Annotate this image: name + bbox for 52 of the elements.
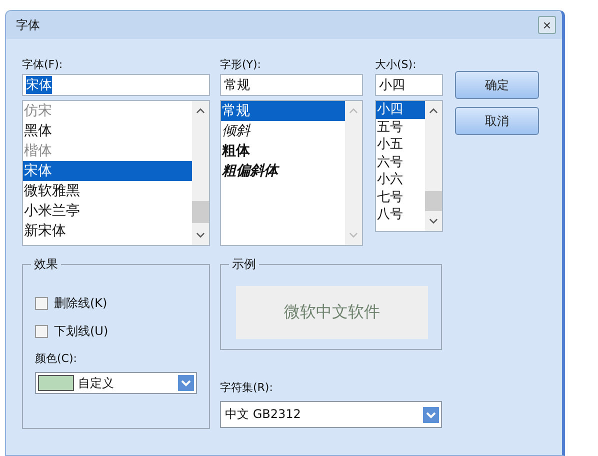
field-label: 颜色(C): — [35, 351, 78, 366]
checkbox[interactable] — [35, 324, 48, 338]
scroll-thumb[interactable] — [192, 201, 209, 223]
font-size-field[interactable]: 小四 — [375, 74, 443, 96]
charset-dropdown[interactable]: 中文 GB2312 — [220, 401, 442, 428]
scroll-thumb[interactable] — [425, 191, 442, 211]
scroll-down-icon[interactable] — [196, 232, 205, 238]
dropdown-icon[interactable] — [178, 375, 194, 391]
font-size-item[interactable]: 小六 — [376, 171, 425, 188]
font-list-item[interactable]: 黑体 — [23, 121, 192, 141]
font-style-item[interactable]: 粗偏斜体 — [221, 161, 345, 181]
font-style-item[interactable]: 粗体 — [221, 141, 345, 161]
font-list-item[interactable]: 新宋体 — [23, 221, 192, 241]
font-list-item[interactable]: 微软雅黑 — [23, 181, 192, 201]
group-title: 效果 — [31, 256, 61, 273]
field-value: 小四 — [379, 77, 405, 94]
checkbox-label: 下划线(U) — [54, 322, 108, 340]
font-list-item[interactable]: 楷体 — [23, 141, 192, 161]
dropdown-icon[interactable] — [423, 406, 439, 422]
font-list-item[interactable]: 仿宋 — [23, 101, 192, 121]
close-button[interactable]: × — [538, 16, 556, 34]
font-list-item[interactable]: 宋体 — [23, 161, 192, 181]
font-size-item[interactable]: 小五 — [376, 136, 425, 154]
cancel-button[interactable]: 取消 — [455, 107, 539, 135]
window-title: 字体 — [16, 16, 40, 34]
field-label: 字形(Y): — [220, 57, 262, 72]
font-style-field[interactable]: 常规 — [220, 74, 363, 96]
scrollbar[interactable] — [425, 101, 442, 231]
group-title: 示例 — [229, 256, 259, 273]
font-name-field[interactable]: 宋体 — [22, 74, 210, 96]
field-label: 字符集(R): — [220, 380, 274, 395]
font-size-item[interactable]: 七号 — [376, 188, 425, 206]
scroll-up-icon[interactable] — [429, 108, 438, 114]
font-size-item[interactable]: 六号 — [376, 154, 425, 171]
selected-text: 宋体 — [26, 76, 52, 94]
field-label: 字体(F): — [22, 57, 64, 72]
scroll-up-icon[interactable] — [196, 108, 205, 114]
font-style-item[interactable]: 倾斜 — [221, 121, 345, 141]
color-dropdown[interactable]: 自定义 — [35, 372, 197, 394]
ok-button[interactable]: 确定 — [455, 71, 539, 99]
field-label: 大小(S): — [375, 57, 418, 72]
scrollbar[interactable] — [192, 101, 209, 245]
field-value: 常规 — [224, 77, 250, 94]
checkbox[interactable] — [35, 296, 48, 310]
font-style-item[interactable]: 常规 — [221, 101, 345, 121]
font-list-item[interactable]: 小米兰亭 — [23, 201, 192, 221]
sample-text: 微软中文软件 — [284, 302, 380, 323]
checkbox-label: 删除线(K) — [54, 294, 108, 312]
font-size-item[interactable]: 五号 — [376, 118, 425, 136]
font-size-item[interactable]: 八号 — [376, 206, 425, 224]
font-size-item[interactable]: 小四 — [376, 101, 425, 118]
scroll-down-icon[interactable] — [429, 218, 438, 224]
